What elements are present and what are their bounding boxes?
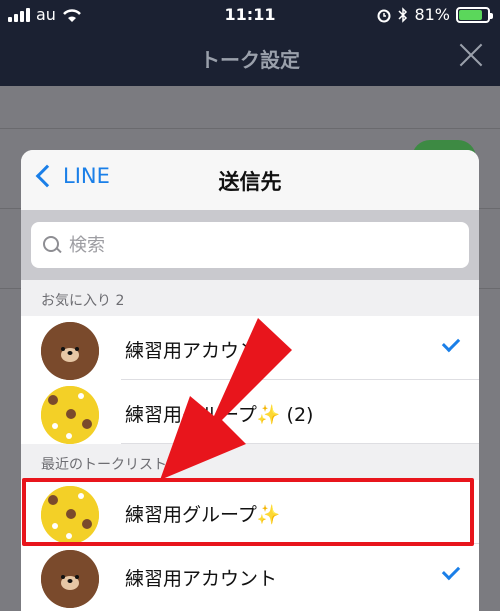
pointer-arrow-icon: [160, 318, 292, 480]
